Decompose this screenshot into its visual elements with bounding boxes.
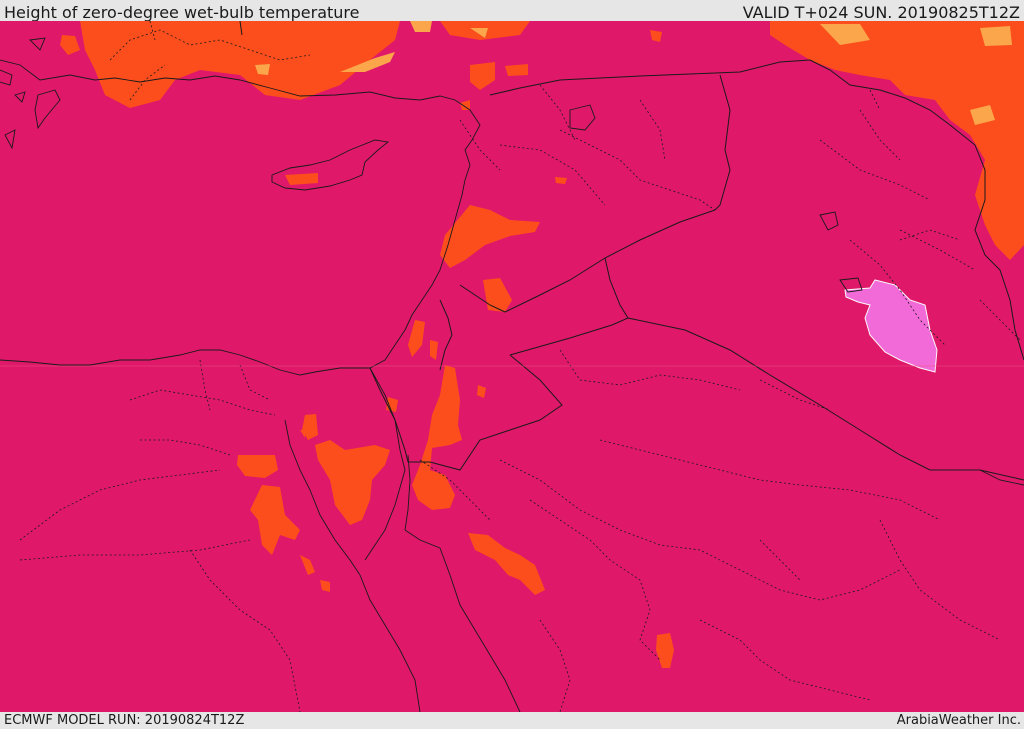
credit-label: ArabiaWeather Inc. (896, 713, 1021, 728)
weather-map (0, 21, 1024, 712)
map-title: Height of zero-degree wet-bulb temperatu… (4, 3, 360, 22)
footer-bar: ECMWF MODEL RUN: 20190824T12Z ArabiaWeat… (0, 712, 1024, 729)
valid-time-label: VALID T+024 SUN. 20190825T12Z (742, 3, 1020, 22)
map-frame: Height of zero-degree wet-bulb temperatu… (0, 0, 1024, 729)
model-run-label: ECMWF MODEL RUN: 20190824T12Z (4, 713, 245, 728)
base-field (0, 21, 1024, 712)
header-bar: Height of zero-degree wet-bulb temperatu… (0, 0, 1024, 22)
